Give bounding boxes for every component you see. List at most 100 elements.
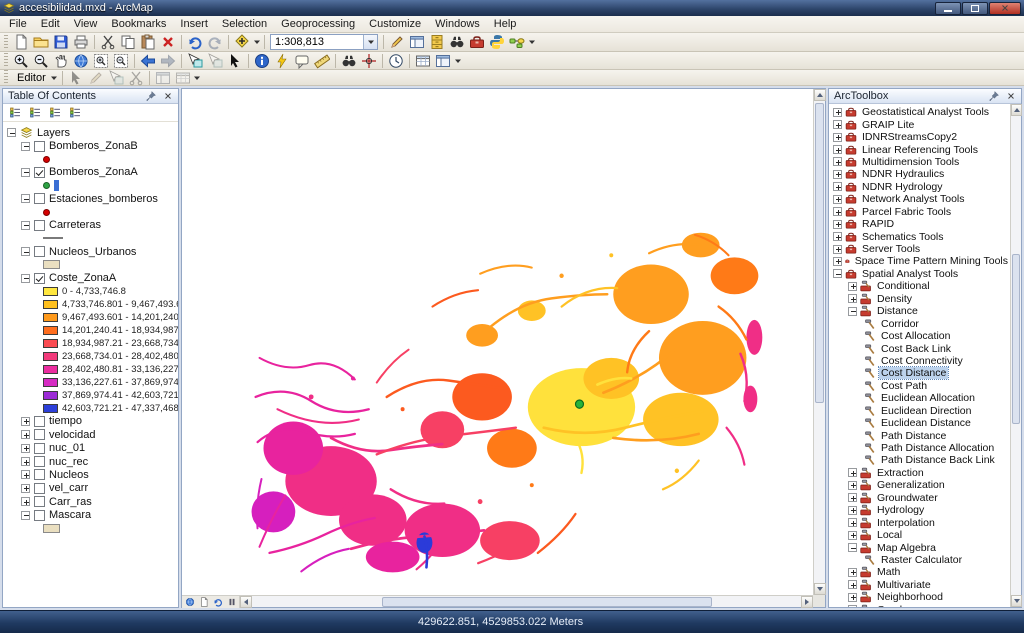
scroll-right-button[interactable] — [801, 596, 813, 608]
expander-icon[interactable] — [833, 269, 842, 278]
save-button[interactable] — [51, 34, 71, 51]
toolset-item[interactable]: Multivariate — [829, 579, 1010, 591]
class-swatch[interactable] — [43, 365, 58, 374]
map-horizontal-scrollbar[interactable] — [182, 595, 813, 607]
legend-item[interactable] — [3, 153, 178, 166]
toolbar-grip[interactable] — [4, 35, 8, 50]
delete-button[interactable] — [158, 34, 178, 51]
pin-icon[interactable] — [987, 90, 1001, 103]
paste-button[interactable] — [138, 34, 158, 51]
expander-icon[interactable] — [21, 470, 30, 479]
toolset-item[interactable]: Extraction — [829, 467, 1010, 479]
layer-item-carr-ras[interactable]: Carr_ras — [3, 495, 178, 508]
expander-icon[interactable] — [848, 518, 857, 527]
vertical-scroll-thumb[interactable] — [1012, 254, 1020, 424]
expander-icon[interactable] — [833, 257, 842, 266]
toolbox-item[interactable]: Server Tools — [829, 243, 1010, 255]
maximize-button[interactable] — [962, 2, 988, 15]
layer-item-bomberos-zonab[interactable]: Bomberos_ZonaB — [3, 139, 178, 152]
zoom-in-button[interactable] — [11, 52, 31, 69]
toolbox-item[interactable]: NDNR Hydraulics — [829, 168, 1010, 180]
pin-icon[interactable] — [144, 90, 158, 103]
layer-item-nuc-01[interactable]: nuc_01 — [3, 442, 178, 455]
scroll-left-button[interactable] — [240, 596, 252, 608]
toolbox-item[interactable]: Schematics Tools — [829, 230, 1010, 242]
expander-icon[interactable] — [21, 484, 30, 493]
layer-item-tiempo[interactable]: tiempo — [3, 415, 178, 428]
visibility-checkbox[interactable] — [34, 496, 45, 507]
class-swatch[interactable] — [43, 378, 58, 387]
visibility-checkbox[interactable] — [34, 483, 45, 494]
toolset-item[interactable]: Density — [829, 293, 1010, 305]
point-symbol-green[interactable] — [43, 182, 50, 189]
polygon-symbol[interactable] — [43, 260, 60, 269]
expander-icon[interactable] — [21, 417, 30, 426]
horizontal-scroll-thumb[interactable] — [382, 597, 712, 607]
toolset-item[interactable]: Local — [829, 529, 1010, 541]
expander-icon[interactable] — [7, 128, 16, 137]
viewer-window-button[interactable] — [433, 52, 453, 69]
toolbox-item[interactable]: IDNRStreamsCopy2 — [829, 131, 1010, 143]
toolset-item[interactable]: Conditional — [829, 280, 1010, 292]
legend-class-item[interactable]: 14,201,240.41 - 18,934,987.2 — [3, 324, 178, 337]
tool-item[interactable]: Cost Allocation — [829, 330, 1010, 342]
measure-button[interactable] — [312, 52, 332, 69]
expander-icon[interactable] — [833, 170, 842, 179]
expander-icon[interactable] — [848, 605, 857, 607]
class-swatch[interactable] — [43, 339, 58, 348]
layer-item-nucleos[interactable]: Nucleos — [3, 468, 178, 481]
scroll-down-button[interactable] — [1011, 595, 1022, 607]
scale-dropdown-icon[interactable] — [363, 35, 377, 49]
expander-icon[interactable] — [21, 511, 30, 520]
toolset-item[interactable]: Hydrology — [829, 504, 1010, 516]
visibility-checkbox[interactable] — [34, 193, 45, 204]
class-swatch[interactable] — [43, 287, 58, 296]
toolset-item[interactable]: Neighborhood — [829, 591, 1010, 603]
expander-icon[interactable] — [833, 157, 842, 166]
modelbuilder-button[interactable] — [507, 34, 527, 51]
visibility-checkbox[interactable] — [34, 510, 45, 521]
legend-item[interactable] — [3, 522, 178, 535]
new-document-button[interactable] — [11, 34, 31, 51]
create-features-button[interactable] — [153, 69, 173, 86]
toolbox-item[interactable]: RAPID — [829, 218, 1010, 230]
refresh-view-button[interactable] — [211, 596, 224, 607]
class-swatch[interactable] — [43, 326, 58, 335]
hyperlink-button[interactable] — [272, 52, 292, 69]
menu-view[interactable]: View — [67, 17, 105, 31]
tool-item[interactable]: Corridor — [829, 317, 1010, 329]
arctoolbox-window-button[interactable] — [467, 34, 487, 51]
menu-edit[interactable]: Edit — [34, 17, 67, 31]
find-button[interactable] — [339, 52, 359, 69]
toolset-item[interactable]: Interpolation — [829, 516, 1010, 528]
expander-icon[interactable] — [833, 207, 842, 216]
toolset-item[interactable]: Overlay — [829, 604, 1010, 608]
go-to-xy-button[interactable] — [359, 52, 379, 69]
toolbar-grip[interactable] — [4, 53, 8, 68]
legend-class-item[interactable]: 42,603,721.21 - 47,337,468 — [3, 402, 178, 415]
expander-icon[interactable] — [21, 142, 30, 151]
vertical-scroll-thumb[interactable] — [815, 103, 824, 403]
list-by-selection-button[interactable] — [66, 105, 84, 121]
expander-icon[interactable] — [21, 221, 30, 230]
toolbar-options-dropdown-icon[interactable] — [453, 52, 462, 69]
expander-icon[interactable] — [848, 531, 857, 540]
expander-icon[interactable] — [21, 247, 30, 256]
legend-class-item[interactable]: 18,934,987.21 - 23,668,734 — [3, 337, 178, 350]
layer-item-estaciones-bomberos[interactable]: Estaciones_bomberos — [3, 192, 178, 205]
identify-button[interactable] — [252, 52, 272, 69]
point-symbol-red[interactable] — [43, 156, 50, 163]
pause-drawing-button[interactable] — [225, 596, 238, 607]
legend-class-item[interactable]: 28,402,480.81 - 33,136,227.6 — [3, 363, 178, 376]
line-symbol[interactable] — [43, 237, 63, 239]
table-of-contents-button[interactable] — [407, 34, 427, 51]
visibility-checkbox[interactable] — [34, 456, 45, 467]
catalog-window-button[interactable] — [427, 34, 447, 51]
toolbox-item[interactable]: GRAIP Lite — [829, 118, 1010, 130]
class-swatch[interactable] — [43, 313, 58, 322]
list-by-drawing-order-button[interactable] — [6, 105, 24, 121]
add-data-dropdown-icon[interactable] — [252, 34, 261, 51]
attribute-table-button[interactable] — [413, 52, 433, 69]
copy-button[interactable] — [118, 34, 138, 51]
toolbox-item[interactable]: NDNR Hydrology — [829, 181, 1010, 193]
